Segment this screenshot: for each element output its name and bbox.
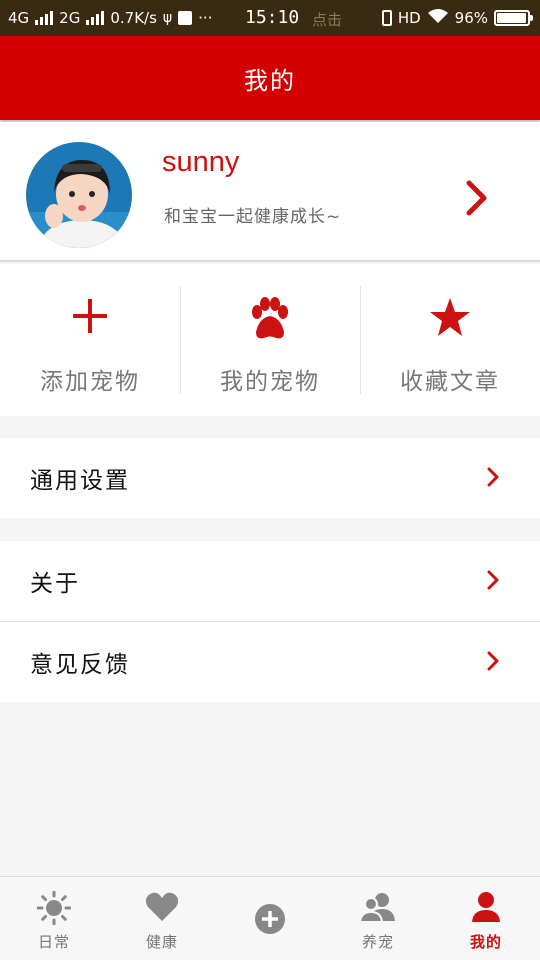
quick-actions: 添加宠物 我的宠物 收藏文章 bbox=[0, 264, 540, 416]
tab-daily[interactable]: 日常 bbox=[0, 877, 108, 960]
usb-icon: ψ bbox=[162, 10, 173, 26]
battery-icon bbox=[494, 10, 533, 26]
app-notification-icon bbox=[178, 11, 193, 25]
sun-icon bbox=[36, 890, 72, 929]
hd-label: HD bbox=[397, 9, 421, 27]
chevron-right-icon[interactable] bbox=[466, 180, 488, 220]
status-left: 4G 2G 0.7K/s ψ ··· bbox=[8, 9, 212, 27]
notification-ticker: 点击 bbox=[312, 11, 343, 29]
favorite-articles-button[interactable]: 收藏文章 bbox=[360, 264, 540, 416]
app-header: 我的 bbox=[0, 36, 540, 120]
person-icon bbox=[470, 891, 502, 927]
my-pets-label: 我的宠物 bbox=[220, 369, 320, 395]
add-pet-button[interactable]: 添加宠物 bbox=[0, 264, 180, 416]
wifi-icon bbox=[427, 8, 449, 28]
plus-icon bbox=[70, 296, 110, 340]
network-speed: 0.7K/s bbox=[110, 9, 157, 27]
page-title: 我的 bbox=[244, 66, 296, 95]
paw-icon bbox=[247, 296, 293, 346]
my-pets-button[interactable]: 我的宠物 bbox=[180, 264, 360, 416]
avatar[interactable] bbox=[26, 142, 132, 248]
status-right: HD 96% bbox=[381, 0, 533, 36]
favorite-articles-label: 收藏文章 bbox=[400, 369, 500, 395]
add-circle-icon bbox=[254, 903, 286, 939]
heart-icon bbox=[145, 891, 179, 927]
vibrate-icon bbox=[381, 10, 392, 26]
more-icon: ··· bbox=[198, 9, 213, 27]
general-settings-label: 通用设置 bbox=[30, 468, 130, 494]
add-pet-label: 添加宠物 bbox=[40, 369, 140, 395]
bottom-tab-bar: 日常 健康 养宠 我的 bbox=[0, 876, 540, 960]
star-icon bbox=[428, 296, 472, 344]
chevron-right-icon bbox=[486, 568, 500, 596]
tab-pet-care-label: 养宠 bbox=[361, 933, 394, 951]
about-row[interactable]: 关于 bbox=[0, 541, 540, 621]
network-type-1: 4G bbox=[8, 9, 30, 27]
feedback-label: 意见反馈 bbox=[30, 652, 130, 678]
feedback-row[interactable]: 意见反馈 bbox=[0, 622, 540, 702]
signal-icon-2 bbox=[86, 11, 105, 25]
tab-daily-label: 日常 bbox=[37, 933, 70, 951]
tab-pet-care[interactable]: 养宠 bbox=[324, 877, 432, 960]
users-icon bbox=[358, 891, 396, 927]
battery-fill bbox=[497, 13, 526, 23]
signal-icon-1 bbox=[35, 11, 54, 25]
tab-mine-label: 我的 bbox=[469, 933, 502, 951]
tab-health-label: 健康 bbox=[145, 933, 178, 951]
status-bar: 4G 2G 0.7K/s ψ ··· 15:10 点击 HD 96% bbox=[0, 0, 540, 36]
about-label: 关于 bbox=[30, 571, 80, 597]
tab-mine[interactable]: 我的 bbox=[432, 877, 540, 960]
profile-card[interactable]: sunny 和宝宝一起健康成长~ bbox=[0, 122, 540, 262]
chevron-right-icon bbox=[486, 649, 500, 677]
battery-percent: 96% bbox=[454, 9, 488, 27]
clock: 15:10 bbox=[245, 7, 300, 28]
network-type-2: 2G bbox=[59, 9, 81, 27]
profile-motto: 和宝宝一起健康成长~ bbox=[164, 207, 342, 227]
chevron-right-icon bbox=[486, 465, 500, 493]
general-settings-row[interactable]: 通用设置 bbox=[0, 438, 540, 518]
tab-health[interactable]: 健康 bbox=[108, 877, 216, 960]
username: sunny bbox=[162, 146, 240, 178]
tab-add[interactable] bbox=[216, 877, 324, 960]
